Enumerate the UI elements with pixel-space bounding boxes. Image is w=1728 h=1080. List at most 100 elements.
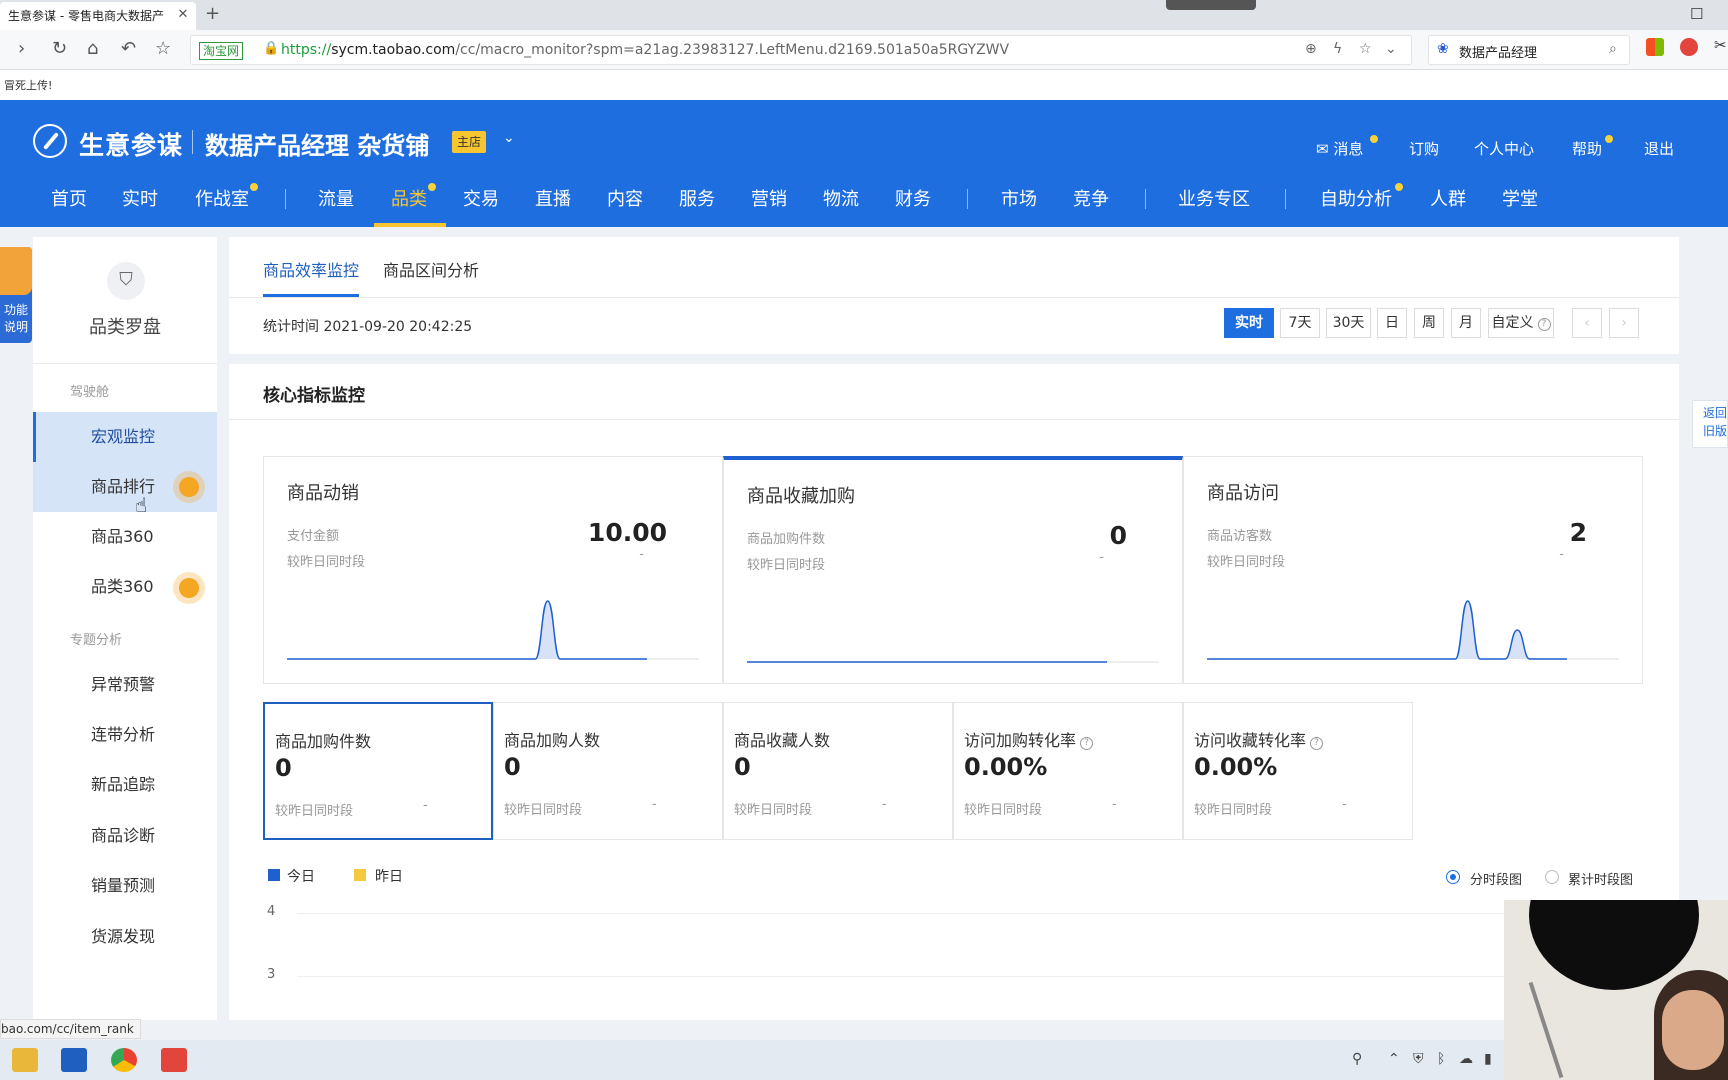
windows-apps-icon[interactable] [1646, 38, 1664, 56]
bookmark-item[interactable]: 冒死上传! [4, 77, 52, 93]
metric-compare-label: 较昨日同时段 [504, 803, 583, 818]
shield-icon[interactable]: ⛨ [1413, 1051, 1424, 1067]
user-tray-icon[interactable]: ⚲ [1352, 1051, 1362, 1067]
view-cumulative-label[interactable]: 累计时段图 [1568, 869, 1633, 888]
bookmark-star-icon[interactable]: ☆ [1359, 41, 1372, 57]
lightning-icon[interactable]: ϟ [1333, 41, 1342, 57]
sidebar-item-anomaly-alert[interactable]: 异常预警 [33, 660, 217, 710]
legend-yesterday-label[interactable]: 昨日 [375, 866, 403, 886]
compass-logo-icon[interactable] [33, 124, 67, 158]
metric-tile-cart-users[interactable]: 商品加购人数 0 较昨日同时段 - [493, 702, 723, 840]
metric-tile-visit-collect-rate[interactable]: 访问收藏转化率? 0.00% 较昨日同时段 - [1183, 702, 1413, 840]
shop-name[interactable]: 数据产品经理 杂货铺 [205, 126, 429, 161]
game-icon[interactable] [1680, 38, 1698, 56]
view-hourly-label[interactable]: 分时段图 [1470, 869, 1522, 888]
zoom-icon[interactable]: ⊕ [1305, 41, 1317, 57]
search-input[interactable]: 数据产品经理 [1459, 42, 1537, 61]
nav-realtime[interactable]: 实时 [122, 185, 158, 211]
nav-audience[interactable]: 人群 [1430, 185, 1466, 211]
period-7d-button[interactable]: 7天 [1280, 308, 1320, 338]
back-to-old-version-button[interactable]: 返回 旧版 [1692, 400, 1728, 448]
chevron-down-icon[interactable]: ⌄ [503, 130, 515, 146]
period-week-button[interactable]: 周 [1414, 308, 1444, 338]
help-link[interactable]: 帮助 [1572, 138, 1602, 159]
period-custom-button[interactable]: 自定义? [1488, 308, 1554, 338]
help-icon[interactable]: ? [1310, 737, 1324, 750]
metric-card-sales[interactable]: 商品动销 支付金额 10.00 较昨日同时段 - [263, 456, 723, 684]
nav-market[interactable]: 市场 [1001, 185, 1037, 211]
bluetooth-icon[interactable]: ᛒ [1437, 1051, 1445, 1067]
tab-list-icon[interactable]: ☐ [1690, 5, 1703, 23]
nav-academy[interactable]: 学堂 [1502, 185, 1538, 211]
nav-competition[interactable]: 竞争 [1073, 185, 1109, 211]
sidebar-item-macro-monitor[interactable]: 宏观监控 [33, 412, 217, 462]
url-text[interactable]: https://sycm.taobao.com/cc/macro_monitor… [281, 42, 1009, 58]
camtasia-icon[interactable] [161, 1048, 187, 1072]
sidebar-item-new-item-tracking[interactable]: 新品追踪 [33, 760, 217, 810]
metric-card-visits[interactable]: 商品访问 商品访客数 2 较昨日同时段 - [1183, 456, 1643, 684]
tab-item-range-analysis[interactable]: 商品区间分析 [383, 257, 479, 281]
period-30d-button[interactable]: 30天 [1326, 308, 1371, 338]
metric-tile-cart-items[interactable]: 商品加购件数 0 较昨日同时段 - [263, 702, 493, 840]
browser-tab[interactable]: 生意参谋 - 零售电商大数据产 [0, 2, 196, 30]
period-day-button[interactable]: 日 [1377, 308, 1407, 338]
sidebar-item-item-diagnosis[interactable]: 商品诊断 [33, 811, 217, 861]
help-icon[interactable]: ? [1080, 737, 1094, 750]
sidebar-item-basket-analysis[interactable]: 连带分析 [33, 710, 217, 760]
nav-category[interactable]: 品类 [391, 185, 427, 211]
cloud-icon[interactable]: ☁ [1459, 1051, 1473, 1067]
home-icon[interactable]: ⌂ [87, 38, 98, 59]
nav-service[interactable]: 服务 [679, 185, 715, 211]
nav-business-zone[interactable]: 业务专区 [1178, 185, 1250, 211]
metric-tile-collect-users[interactable]: 商品收藏人数 0 较昨日同时段 - [723, 702, 953, 840]
nav-live[interactable]: 直播 [535, 185, 571, 211]
nav-marketing[interactable]: 营销 [751, 185, 787, 211]
metric-card-collect-cart[interactable]: 商品收藏加购 商品加购件数 0 较昨日同时段 - [723, 456, 1183, 684]
messages-link[interactable]: ✉ 消息 [1316, 138, 1363, 159]
nav-finance[interactable]: 财务 [895, 185, 931, 211]
chevron-down-icon[interactable]: ⌄ [1385, 41, 1397, 57]
sidebar-item-item-360[interactable]: 商品360 [33, 512, 217, 562]
undo-icon[interactable]: ↶ [121, 38, 136, 59]
view-hourly-radio[interactable] [1446, 870, 1460, 884]
forward-icon[interactable]: › [18, 38, 25, 59]
sidebar-item-source-discovery[interactable]: 货源发现 [33, 912, 217, 962]
scissors-icon[interactable]: ✂ [1714, 36, 1728, 54]
volume-icon[interactable]: ▮ [1484, 1051, 1492, 1067]
nav-self-analysis[interactable]: 自助分析 [1320, 185, 1392, 211]
star-icon[interactable]: ☆ [155, 38, 171, 59]
nav-home[interactable]: 首页 [51, 185, 87, 211]
file-explorer-icon[interactable] [12, 1048, 38, 1072]
search-icon[interactable]: ⌕ [1609, 41, 1617, 57]
logo-text[interactable]: 生意参谋 [79, 126, 183, 162]
tab-item-efficiency[interactable]: 商品效率监控 [263, 257, 359, 281]
legend-today-label[interactable]: 今日 [287, 866, 315, 886]
close-tab-icon[interactable]: ✕ [174, 2, 192, 28]
url-bar[interactable]: 淘宝网 🔒 https://sycm.taobao.com/cc/macro_m… [190, 35, 1412, 65]
personal-center-link[interactable]: 个人中心 [1474, 138, 1534, 159]
view-cumulative-radio[interactable] [1545, 870, 1559, 884]
browser-search-box[interactable]: ❀ 数据产品经理 ⌕ [1428, 35, 1630, 65]
card-compare-value: - [639, 547, 644, 562]
next-period-button[interactable]: › [1609, 308, 1639, 338]
period-realtime-button[interactable]: 实时 [1224, 308, 1274, 338]
prev-period-button[interactable]: ‹ [1572, 308, 1602, 338]
nav-trade[interactable]: 交易 [463, 185, 499, 211]
sidebar-item-sales-forecast[interactable]: 销量预测 [33, 861, 217, 911]
chevron-up-icon[interactable]: ⌃ [1388, 1051, 1400, 1067]
nav-war-room[interactable]: 作战室 [195, 185, 249, 211]
new-tab-icon[interactable]: + [205, 3, 220, 24]
nav-logistics[interactable]: 物流 [823, 185, 859, 211]
refresh-icon[interactable]: ↻ [52, 38, 67, 59]
nav-separator [1145, 189, 1146, 209]
feature-help-widget[interactable]: 功能 说明 [0, 247, 32, 343]
nav-content[interactable]: 内容 [607, 185, 643, 211]
nav-traffic[interactable]: 流量 [318, 185, 354, 211]
chrome-icon[interactable] [111, 1048, 137, 1072]
sparkline-area [287, 601, 647, 659]
period-month-button[interactable]: 月 [1451, 308, 1481, 338]
monitor-app-icon[interactable] [61, 1048, 87, 1072]
logout-link[interactable]: 退出 [1644, 138, 1674, 159]
metric-tile-visit-cart-rate[interactable]: 访问加购转化率? 0.00% 较昨日同时段 - [953, 702, 1183, 840]
subscribe-link[interactable]: 订购 [1409, 138, 1439, 159]
